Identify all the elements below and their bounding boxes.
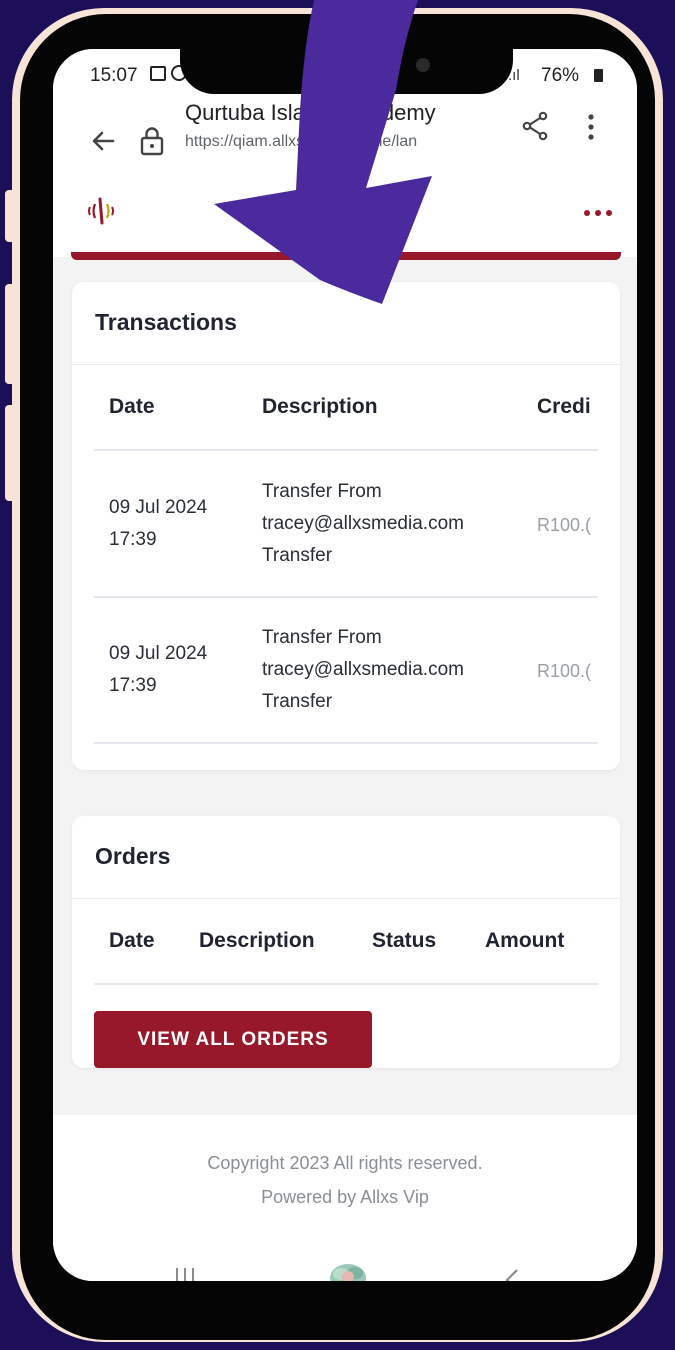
side-button — [5, 190, 17, 242]
column-header-amount[interactable]: Amount — [485, 929, 564, 953]
column-header-credit[interactable]: Credi — [537, 395, 591, 419]
camera-notch — [180, 30, 513, 94]
divider — [72, 364, 620, 365]
orders-card: Orders Date Description Status Amount VI… — [72, 816, 620, 1068]
battery-icon — [594, 69, 603, 82]
status-time: 15:07 — [90, 65, 138, 86]
share-icon[interactable] — [521, 111, 549, 146]
camera-icon — [376, 58, 390, 72]
row-description: Transfer — [262, 545, 333, 566]
copyright-text: Copyright 2023 All rights reserved. — [207, 1153, 483, 1173]
row-credit: R100.( — [537, 515, 592, 535]
lock-icon[interactable] — [139, 125, 165, 162]
row-time: 17:39 — [109, 675, 157, 696]
column-header-status[interactable]: Status — [372, 929, 436, 953]
header-accent-bar — [71, 252, 621, 260]
side-button — [5, 405, 17, 501]
row-description: tracey@allxsmedia.com — [262, 513, 464, 534]
divider — [94, 742, 598, 744]
powered-by-link[interactable]: Powered by Allxs Vip — [53, 1187, 637, 1208]
transactions-card: Transactions Date Description Credi 09 J… — [72, 282, 620, 770]
battery-percent: 76% — [541, 65, 580, 86]
row-credit: R100.( — [537, 661, 592, 681]
view-all-orders-button[interactable]: VIEW ALL ORDERS — [94, 1011, 372, 1068]
row-description: Transfer — [262, 691, 333, 712]
side-button — [5, 284, 17, 384]
recents-icon[interactable] — [173, 1265, 197, 1281]
site-url[interactable]: https://qiam.allxs.co.za/home/lan — [185, 133, 505, 151]
orders-title: Orders — [95, 843, 171, 869]
sensor-icon — [416, 58, 430, 72]
column-header-date[interactable]: Date — [109, 395, 155, 419]
row-description: tracey@allxsmedia.com — [262, 659, 464, 680]
row-time: 17:39 — [109, 529, 157, 550]
back-arrow-icon[interactable] — [89, 127, 117, 160]
gallery-notification-icon — [150, 66, 166, 81]
row-description: Transfer From — [262, 627, 382, 648]
phone-screen: 15:07 .ıl 76% Qurtuba Islamic Academy ht… — [53, 49, 637, 1281]
divider — [94, 449, 598, 451]
allxs-logo-icon[interactable] — [83, 196, 119, 231]
row-date: 09 Jul 2024 — [109, 497, 208, 518]
transactions-title: Transactions — [95, 309, 237, 335]
site-title[interactable]: Qurtuba Islamic Academy — [185, 100, 436, 126]
kebab-menu-icon[interactable] — [587, 113, 595, 146]
row-description: Transfer From — [262, 481, 382, 502]
divider — [72, 898, 620, 899]
divider — [94, 983, 598, 985]
column-header-description[interactable]: Description — [199, 929, 315, 953]
divider — [94, 596, 598, 598]
nav-back-icon[interactable] — [503, 1267, 521, 1281]
home-icon[interactable] — [326, 1256, 370, 1281]
column-header-description[interactable]: Description — [262, 395, 378, 419]
row-date: 09 Jul 2024 — [109, 643, 208, 664]
column-header-date[interactable]: Date — [109, 929, 155, 953]
site-header — [53, 161, 637, 257]
more-dots-icon[interactable] — [583, 205, 613, 223]
